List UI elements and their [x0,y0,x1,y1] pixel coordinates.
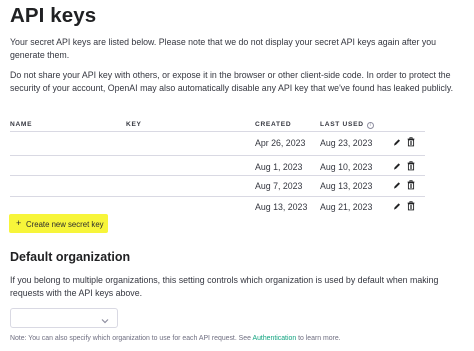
warning-text: Do not share your API key with others, o… [10,70,454,93]
note-prefix: Note: You can also specify which organiz… [10,335,253,342]
trash-icon[interactable] [407,180,417,192]
last-used-date: Aug 23, 2023 [320,138,373,148]
authentication-link[interactable]: Authentication [252,335,296,342]
created-date: Aug 13, 2023 [255,202,308,212]
column-header-last-used: LAST USED i [320,121,374,129]
column-header-created: CREATED [255,121,292,128]
note-suffix: to learn more. [296,335,341,342]
pencil-icon[interactable] [393,180,403,192]
last-used-date: Aug 10, 2023 [320,162,373,172]
column-header-name: NAME [10,121,33,128]
created-date: Aug 7, 2023 [255,181,303,191]
plus-icon: + [16,218,22,228]
created-date: Apr 26, 2023 [255,138,306,148]
table-row: Apr 26, 2023 Aug 23, 2023 [10,132,435,155]
default-organization-description: If you belong to multiple organizations,… [10,275,439,298]
last-used-date: Aug 21, 2023 [320,202,373,212]
table-row: Aug 7, 2023 Aug 13, 2023 [10,175,435,198]
organization-note: Note: You can also specify which organiz… [10,335,341,342]
create-new-secret-key-button[interactable]: + Create new secret key [9,214,108,233]
column-header-last-used-label: LAST USED [320,121,364,128]
intro-text: Your secret API keys are listed below. P… [10,37,437,60]
page-title: API keys [10,4,97,27]
pencil-icon[interactable] [393,161,403,173]
last-used-date: Aug 13, 2023 [320,181,373,191]
column-header-key: KEY [126,121,142,128]
info-icon[interactable]: i [366,122,374,129]
create-new-secret-key-label: Create new secret key [26,219,104,229]
trash-icon[interactable] [407,137,417,149]
trash-icon[interactable] [407,201,417,213]
default-organization-title: Default organization [10,250,131,264]
pencil-icon[interactable] [393,201,403,213]
chevron-down-icon [100,313,110,331]
pencil-icon[interactable] [393,137,403,149]
default-organization-select[interactable] [10,308,118,328]
trash-icon[interactable] [407,161,417,173]
created-date: Aug 1, 2023 [255,162,303,172]
